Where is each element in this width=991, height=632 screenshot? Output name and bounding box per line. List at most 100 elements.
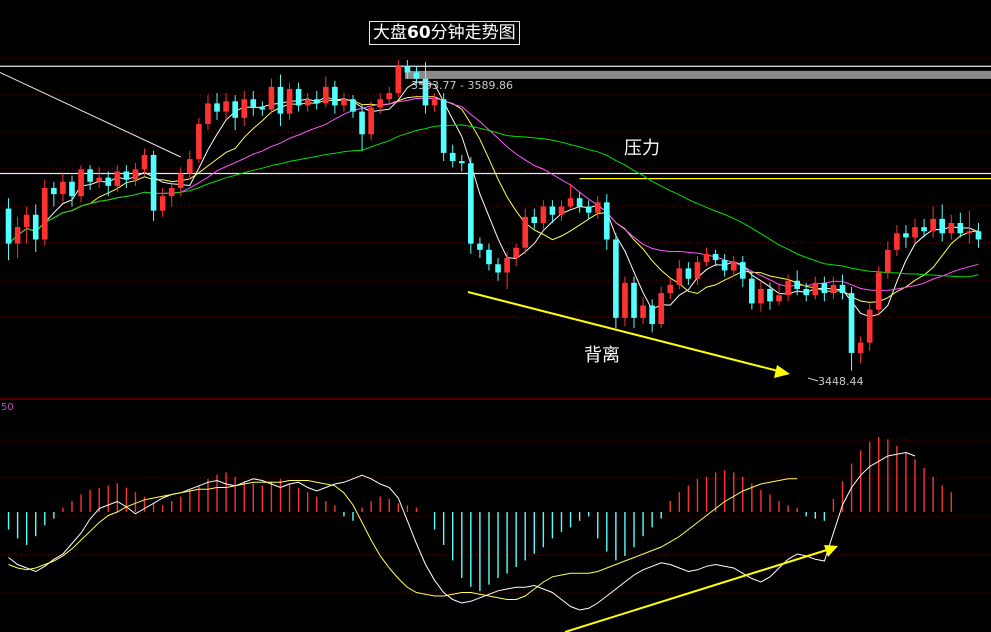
- candle-body: [549, 206, 556, 215]
- candle-body: [350, 99, 356, 112]
- candle-body: [359, 111, 365, 135]
- indicator-value-label: 50: [1, 402, 14, 413]
- candle-body: [32, 214, 39, 240]
- trend-line: [0, 71, 181, 158]
- candle-body: [377, 99, 383, 108]
- candle-body: [540, 206, 547, 223]
- candle-body: [123, 171, 130, 180]
- candle-body: [522, 216, 529, 248]
- candle-body: [232, 101, 238, 118]
- candle-body: [177, 173, 184, 188]
- chart-title-suffix: 分钟走势图: [430, 23, 516, 43]
- candle-body: [939, 218, 946, 234]
- candle-body: [803, 289, 810, 296]
- candle-body: [531, 216, 538, 223]
- candle-body: [431, 99, 438, 106]
- candle-body: [404, 66, 411, 73]
- candle-body: [69, 181, 75, 197]
- candle-body: [948, 223, 955, 234]
- candle-body: [458, 161, 465, 164]
- candle-body: [839, 284, 846, 294]
- candle-body: [885, 249, 891, 273]
- candle-body: [912, 227, 918, 238]
- candle-body: [304, 99, 311, 106]
- candle-body: [658, 293, 665, 325]
- candle-body: [395, 66, 402, 94]
- candle-body: [821, 282, 828, 294]
- candle-body: [495, 264, 501, 273]
- low-price-label: 3448.44: [818, 375, 864, 388]
- candle-body: [277, 86, 284, 114]
- candle-body: [875, 272, 882, 310]
- candle-body: [313, 99, 320, 104]
- candle-body: [295, 88, 302, 106]
- candle-body: [767, 289, 773, 302]
- candle-body: [649, 305, 655, 325]
- candle-body: [631, 282, 637, 318]
- candle-body: [749, 278, 755, 304]
- candle-body: [51, 187, 57, 195]
- candle-body: [60, 181, 66, 195]
- candle-body: [87, 169, 93, 182]
- candle-body: [41, 187, 48, 240]
- candle-body: [676, 268, 683, 285]
- candle-body: [513, 247, 519, 259]
- candle-body: [78, 169, 84, 197]
- candle-body: [114, 171, 121, 186]
- candle-body: [567, 198, 574, 207]
- candle-body: [857, 342, 864, 353]
- candle-body: [730, 262, 737, 271]
- candle-body: [894, 233, 900, 250]
- candle-body: [141, 154, 148, 170]
- candle-body: [449, 152, 456, 162]
- range-label: 3593.77 - 3589.86: [411, 79, 513, 92]
- candle-body: [332, 86, 338, 106]
- price-band: [405, 70, 991, 79]
- low-marker: [807, 377, 819, 382]
- candle-body: [613, 239, 619, 318]
- candle-body: [341, 99, 347, 106]
- candle-body: [322, 86, 329, 104]
- chart-title: 大盘60分钟走势图: [369, 21, 520, 45]
- candle-body: [585, 206, 592, 213]
- candle-body: [440, 99, 447, 153]
- candle-body: [712, 253, 719, 261]
- candle-body: [196, 124, 202, 160]
- candle-body: [132, 169, 139, 180]
- candle-body: [468, 163, 474, 244]
- candle-body: [830, 284, 837, 294]
- candle-body: [187, 159, 193, 174]
- candle-body: [105, 177, 112, 186]
- candle-body: [594, 202, 601, 213]
- candle-body: [159, 196, 166, 211]
- candle-body: [667, 284, 674, 294]
- candle-body: [776, 295, 782, 302]
- candle-body: [504, 258, 510, 273]
- candle-body: [758, 289, 764, 304]
- candle-body: [250, 99, 257, 108]
- candle-body: [23, 214, 30, 228]
- divergence-label: 背离: [584, 345, 620, 366]
- candle-body: [205, 103, 211, 124]
- candle-body: [785, 280, 791, 296]
- candle-body: [259, 107, 266, 110]
- candle-body: [866, 309, 873, 343]
- candle-body: [903, 233, 909, 238]
- candle-body: [5, 208, 12, 244]
- candle-body: [794, 280, 800, 289]
- candle-body: [721, 260, 728, 271]
- candle-body: [739, 262, 746, 279]
- macd-divergence-arrow-line: [564, 548, 831, 632]
- candle-body: [604, 202, 610, 240]
- candle-body: [812, 282, 819, 296]
- candle-body: [286, 88, 293, 114]
- candle-body: [975, 231, 982, 240]
- candle-body: [576, 198, 583, 207]
- candle-body: [966, 231, 973, 234]
- candle-body: [848, 293, 855, 353]
- candle-body: [703, 253, 710, 263]
- candle-body: [486, 249, 492, 265]
- candle-body: [368, 107, 374, 135]
- candle-body: [223, 101, 229, 112]
- candle-body: [930, 218, 936, 232]
